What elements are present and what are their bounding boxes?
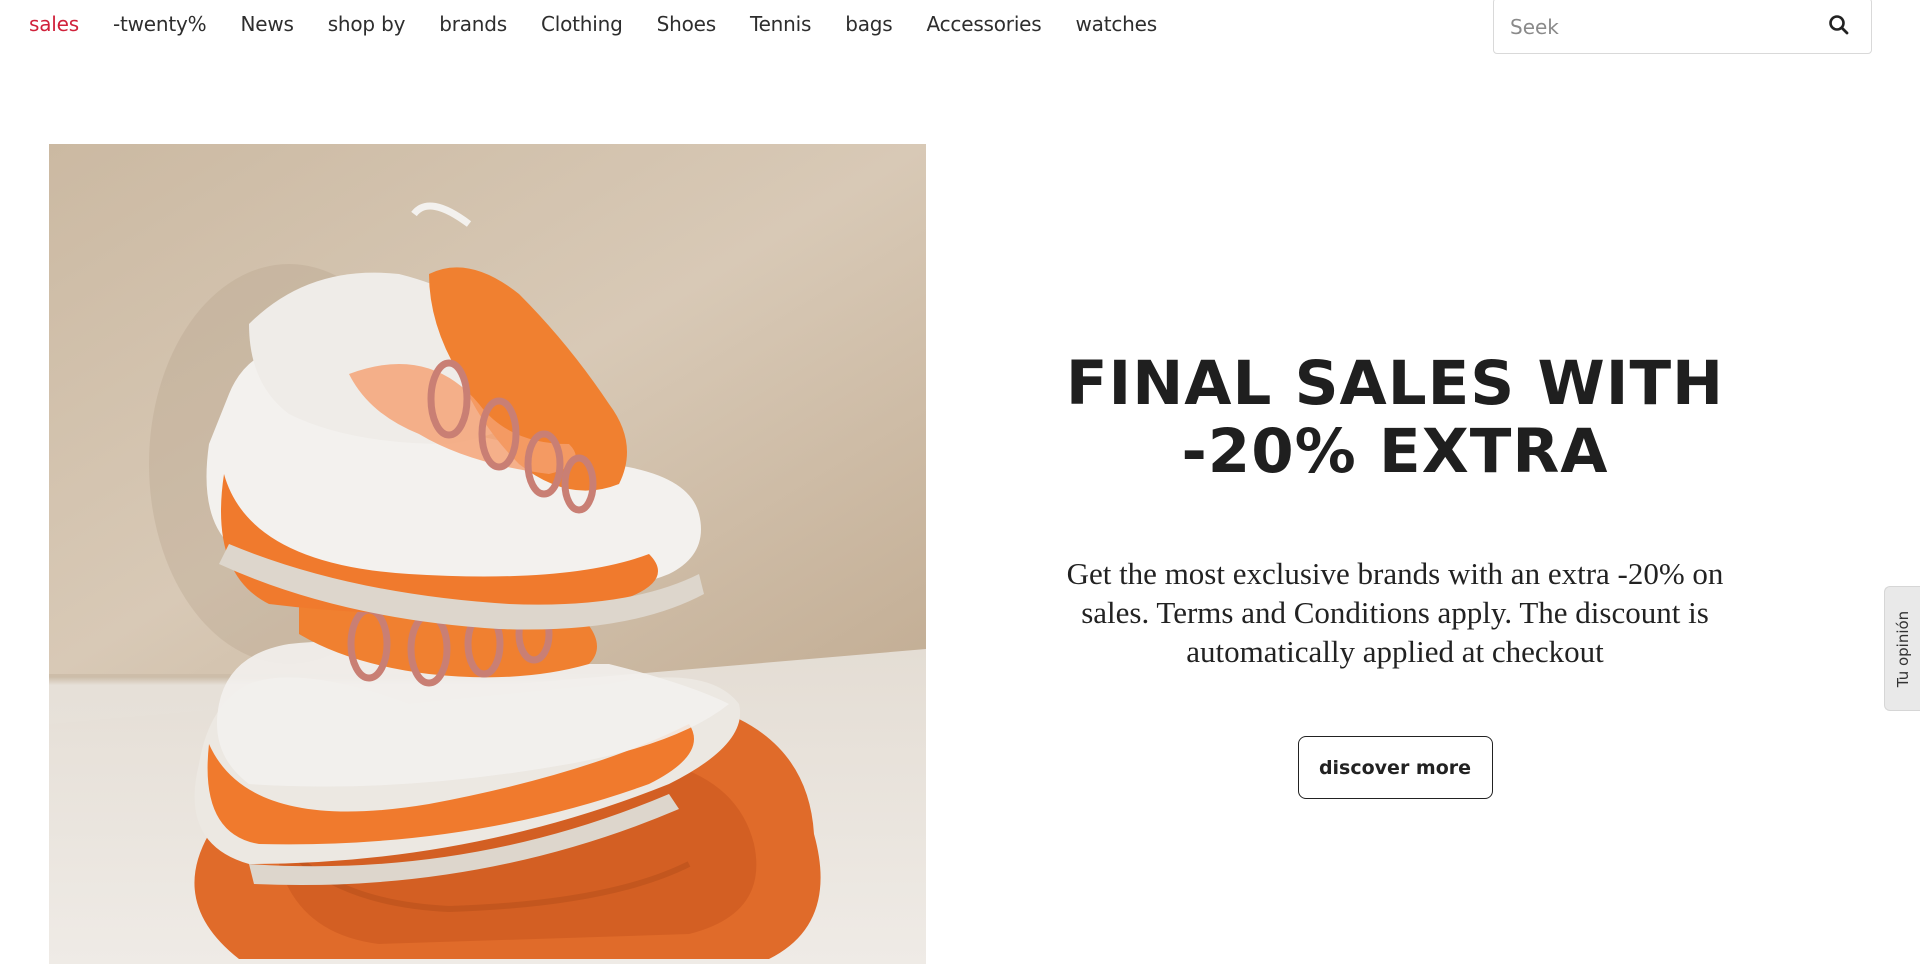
promo-description: Get the most exclusive brands with an ex…: [1066, 556, 1724, 669]
nav-item-tennis[interactable]: Tennis: [750, 11, 811, 37]
nav-item-clothing[interactable]: Clothing: [541, 11, 623, 37]
discover-more-button[interactable]: discover more: [1297, 736, 1493, 799]
promo-section: FINAL SALES WITH -20% EXTRA Get the most…: [1000, 350, 1790, 799]
nav-item-shop-by[interactable]: shop by: [328, 11, 406, 37]
promo-title: FINAL SALES WITH -20% EXTRA: [1000, 350, 1790, 486]
promo-title-line2: -20% EXTRA: [1181, 416, 1609, 487]
nav-item-bags[interactable]: bags: [845, 11, 892, 37]
nav-item-twenty-percent[interactable]: -twenty%: [113, 11, 207, 37]
nav-item-brands[interactable]: brands: [439, 11, 507, 37]
feedback-label: Tu opinión: [1893, 610, 1912, 687]
nav-item-shoes[interactable]: Shoes: [657, 11, 717, 37]
top-navigation: sales -twenty% News shop by brands Cloth…: [0, 0, 1920, 54]
promo-title-line1: FINAL SALES WITH: [1065, 348, 1725, 419]
nav-item-watches[interactable]: watches: [1076, 11, 1158, 37]
nav-item-accessories[interactable]: Accessories: [927, 11, 1042, 37]
hero-product-image[interactable]: [49, 144, 926, 964]
feedback-tab[interactable]: Tu opinión: [1884, 586, 1920, 711]
nav-menu: sales -twenty% News shop by brands Cloth…: [29, 11, 1191, 37]
sneakers-illustration: [49, 144, 926, 964]
search-box: [1493, 0, 1872, 54]
search-icon[interactable]: [1827, 13, 1851, 37]
nav-item-sales[interactable]: sales: [29, 11, 79, 37]
nav-item-news[interactable]: News: [240, 11, 293, 37]
search-input[interactable]: [1510, 13, 1810, 41]
